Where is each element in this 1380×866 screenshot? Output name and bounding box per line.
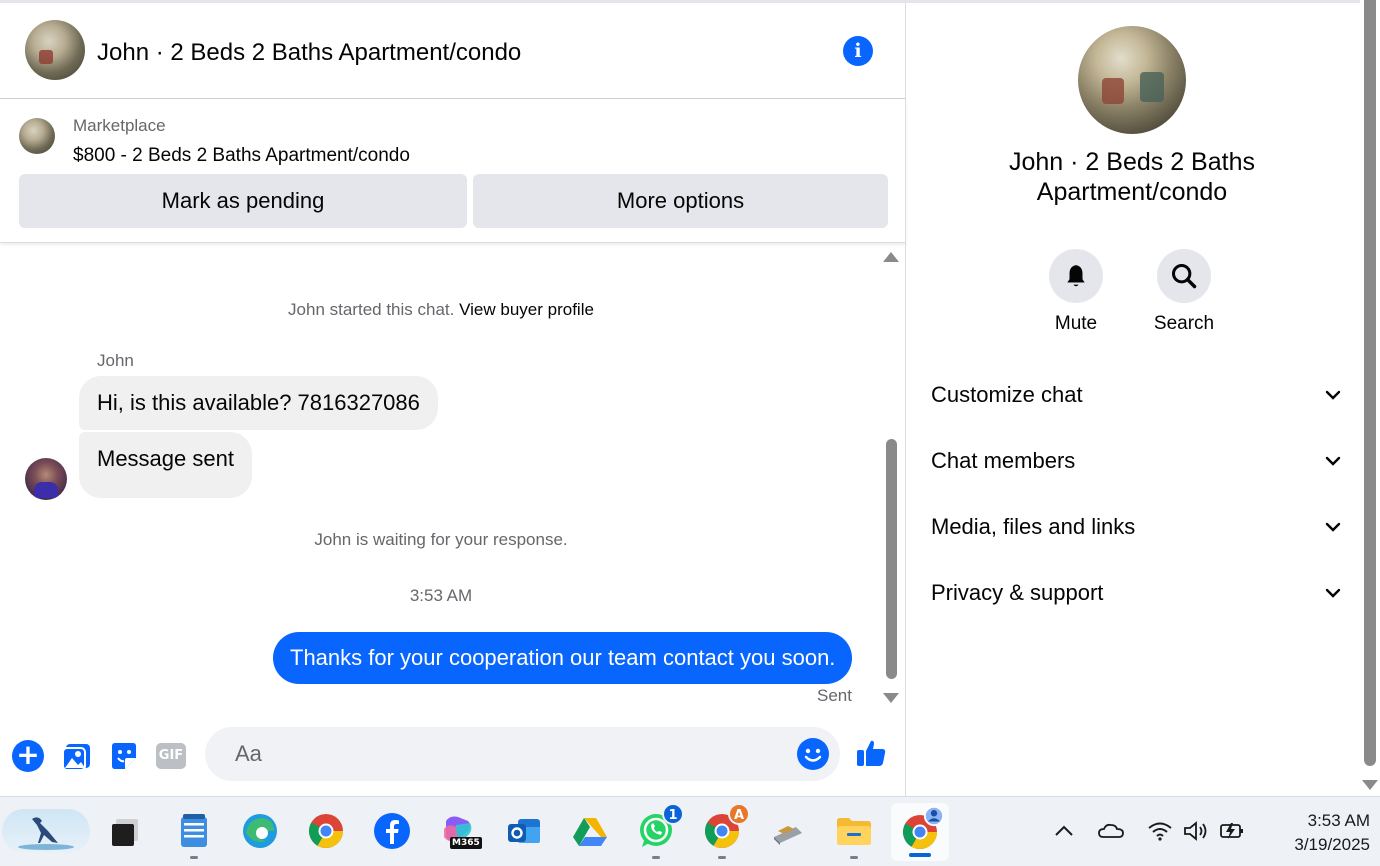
- running-indicator: [850, 856, 858, 859]
- chevron-down-icon: [1325, 522, 1341, 532]
- messenger-window: John · 2 Beds 2 Baths Apartment/condo i …: [0, 0, 1380, 796]
- chevron-down-icon: [1325, 588, 1341, 598]
- photo-icon[interactable]: [61, 740, 93, 772]
- usb-drive-icon[interactable]: [768, 811, 808, 851]
- chevron-up-icon[interactable]: [1053, 817, 1075, 845]
- system-clock[interactable]: 3:53 AM 3/19/2025: [1260, 809, 1370, 857]
- message-input[interactable]: [205, 727, 840, 781]
- chat-started-text: John started this chat.: [288, 300, 455, 319]
- thumbs-up-icon[interactable]: [855, 737, 887, 769]
- search-icon[interactable]: [1157, 249, 1211, 303]
- profile-badge: A: [728, 803, 750, 825]
- notepad-icon[interactable]: [174, 811, 214, 859]
- running-indicator: [190, 856, 198, 859]
- message-timestamp: 3:53 AM: [409, 586, 473, 605]
- listing-thumbnail[interactable]: [19, 118, 55, 154]
- listing-avatar[interactable]: [25, 20, 85, 80]
- chrome-profile-icon[interactable]: A: [702, 803, 750, 859]
- composer: + GIF: [0, 721, 906, 791]
- section-label: Chat members: [931, 448, 1076, 473]
- clock-time: 3:53 AM: [1307, 811, 1370, 830]
- scrollbar-thumb[interactable]: [886, 439, 897, 679]
- sidebar-title: John · 2 Beds 2 Baths Apartment/condo: [1009, 148, 1255, 206]
- chat-started-notice: John started this chat. View buyer profi…: [0, 300, 882, 320]
- view-buyer-profile-link[interactable]: View buyer profile: [459, 300, 594, 319]
- waiting-notice: John is waiting for your response.: [314, 530, 568, 549]
- section-privacy-support[interactable]: Privacy & support: [931, 573, 1341, 613]
- message-list: John started this chat. View buyer profi…: [0, 245, 906, 711]
- plus-icon[interactable]: +: [12, 740, 44, 772]
- section-label: Privacy & support: [931, 580, 1104, 605]
- listing-source: Marketplace: [73, 116, 166, 135]
- chevron-down-icon: [1325, 390, 1341, 400]
- scroll-down-arrow[interactable]: [883, 693, 899, 703]
- outlook-icon[interactable]: [504, 811, 544, 851]
- page-scroll-down-arrow[interactable]: [1362, 780, 1378, 790]
- profile-avatar-icon: [923, 805, 945, 827]
- incoming-message[interactable]: Hi, is this available? 7816327086: [79, 376, 438, 430]
- gif-icon[interactable]: GIF: [156, 743, 186, 769]
- volume-icon[interactable]: [1182, 817, 1210, 845]
- listing-name[interactable]: $800 - 2 Beds 2 Baths Apartment/condo: [73, 145, 410, 167]
- sender-name: John: [97, 351, 134, 370]
- mark-as-pending-button[interactable]: Mark as pending: [19, 174, 467, 228]
- sent-status: Sent: [817, 686, 852, 705]
- chrome-icon[interactable]: [306, 811, 346, 851]
- section-label: Customize chat: [931, 382, 1083, 407]
- file-explorer-icon[interactable]: [834, 811, 874, 859]
- chevron-down-icon: [1325, 456, 1341, 466]
- running-indicator: [718, 856, 726, 859]
- chat-header: John · 2 Beds 2 Baths Apartment/condo i: [0, 3, 906, 99]
- chat-title[interactable]: John · 2 Beds 2 Baths Apartment/condo: [97, 39, 521, 67]
- info-icon[interactable]: i: [843, 36, 873, 66]
- battery-charging-icon[interactable]: [1218, 817, 1246, 845]
- clock-date: 3/19/2025: [1294, 835, 1370, 854]
- search-label: Search: [1153, 313, 1215, 334]
- edge-icon[interactable]: [240, 811, 280, 851]
- scroll-up-arrow[interactable]: [883, 252, 899, 262]
- wifi-icon[interactable]: [1147, 817, 1173, 845]
- onedrive-icon[interactable]: [1097, 817, 1125, 845]
- windows-taskbar: M365 1 A 3:53 AM 3/19/2025: [0, 796, 1380, 866]
- m365-copilot-icon[interactable]: M365: [438, 811, 482, 851]
- incoming-message[interactable]: Message sent: [79, 432, 252, 498]
- section-media-files-links[interactable]: Media, files and links: [931, 507, 1341, 547]
- whatsapp-icon[interactable]: 1: [636, 803, 684, 859]
- page-scrollbar-thumb[interactable]: [1364, 0, 1376, 766]
- google-drive-icon[interactable]: [570, 811, 610, 851]
- sticker-icon[interactable]: [108, 740, 140, 772]
- chat-pane: John · 2 Beds 2 Baths Apartment/condo i …: [0, 3, 906, 796]
- search-button[interactable]: Search: [1144, 249, 1224, 335]
- more-options-button[interactable]: More options: [473, 174, 888, 228]
- section-customize-chat[interactable]: Customize chat: [931, 375, 1341, 415]
- listing-card: Marketplace $800 - 2 Beds 2 Baths Apartm…: [0, 100, 906, 243]
- m365-label: M365: [450, 837, 482, 849]
- active-indicator: [909, 853, 931, 857]
- chat-info-sidebar: John · 2 Beds 2 Baths Apartment/condo Mu…: [907, 3, 1360, 796]
- notification-badge: 1: [662, 803, 684, 825]
- buyer-avatar[interactable]: [25, 458, 67, 500]
- section-label: Media, files and links: [931, 514, 1136, 539]
- section-chat-members[interactable]: Chat members: [931, 441, 1341, 481]
- mute-button[interactable]: Mute: [1036, 249, 1116, 335]
- sidebar-avatar[interactable]: [1078, 26, 1186, 134]
- outgoing-message[interactable]: Thanks for your cooperation our team con…: [273, 632, 853, 684]
- heron-widget-icon[interactable]: [2, 809, 90, 853]
- task-view-icon[interactable]: [106, 811, 146, 851]
- running-indicator: [652, 856, 660, 859]
- facebook-icon[interactable]: [372, 811, 412, 851]
- mute-label: Mute: [1054, 313, 1098, 334]
- emoji-icon[interactable]: [797, 738, 829, 770]
- chrome-active-icon[interactable]: [891, 803, 949, 861]
- bell-icon[interactable]: [1049, 249, 1103, 303]
